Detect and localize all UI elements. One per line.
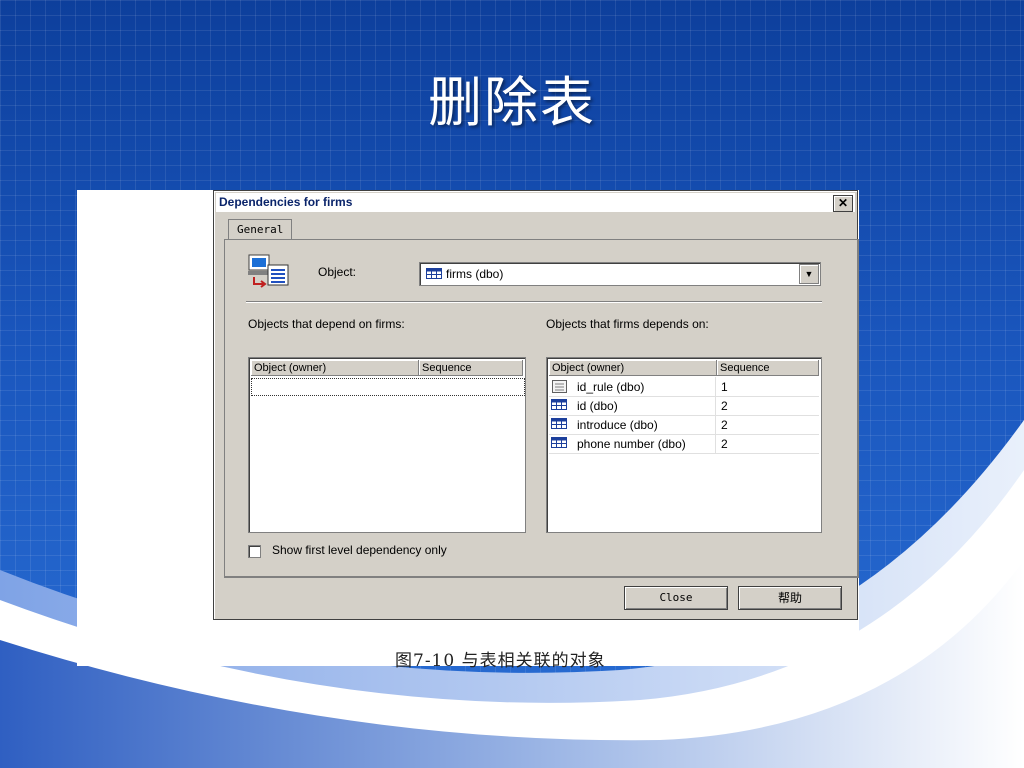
item-name: phone number (dbo) <box>577 437 686 451</box>
figure-caption: 图7-10 与表相关联的对象 <box>395 651 606 671</box>
table-icon <box>551 437 567 448</box>
item-sequence: 1 <box>721 380 728 394</box>
column-header-sequence[interactable]: Sequence <box>717 360 819 376</box>
column-separator <box>715 377 716 396</box>
dependencies-dialog: Dependencies for firms ✕ General Object: <box>213 190 859 620</box>
focus-row <box>251 378 525 396</box>
divider <box>246 301 822 303</box>
item-sequence: 2 <box>721 418 728 432</box>
chevron-down-icon[interactable]: ▼ <box>799 264 819 284</box>
depends-on-list[interactable]: Object (owner) Sequence id_rule (dbo) 1 <box>546 357 822 533</box>
left-group-label: Objects that depend on firms: <box>248 317 405 331</box>
help-button[interactable]: 帮助 <box>738 586 842 610</box>
object-select-value: firms (dbo) <box>446 267 504 281</box>
first-level-checkbox-label[interactable]: Show first level dependency only <box>272 543 447 557</box>
first-level-checkbox[interactable] <box>248 545 261 558</box>
dependencies-object-icon <box>248 254 289 288</box>
dependents-list[interactable]: Object (owner) Sequence <box>248 357 526 533</box>
item-name: introduce (dbo) <box>577 418 658 432</box>
item-name: id_rule (dbo) <box>577 380 645 394</box>
dialog-titlebar: Dependencies for firms ✕ <box>216 193 855 212</box>
slide-title: 删除表 <box>428 71 596 134</box>
item-name: id (dbo) <box>577 399 618 413</box>
column-header-object[interactable]: Object (owner) <box>549 360 717 376</box>
list-item[interactable]: introduce (dbo) 2 <box>549 415 819 435</box>
list-item[interactable]: id (dbo) 2 <box>549 396 819 416</box>
tab-general[interactable]: General <box>228 219 293 240</box>
rule-icon <box>552 380 567 393</box>
column-header-sequence[interactable]: Sequence <box>419 360 523 376</box>
column-header-object[interactable]: Object (owner) <box>251 360 419 376</box>
list-item[interactable]: phone number (dbo) 2 <box>549 434 819 454</box>
object-label: Object: <box>318 265 357 279</box>
column-separator <box>715 396 716 415</box>
close-button[interactable]: Close <box>624 586 728 610</box>
item-sequence: 2 <box>721 399 728 413</box>
object-select[interactable]: firms (dbo) ▼ <box>419 262 821 286</box>
right-group-label: Objects that firms depends on: <box>546 317 709 331</box>
table-icon <box>551 399 567 410</box>
item-sequence: 2 <box>721 437 728 451</box>
slide: 删除表 Dependencies for firms ✕ General Obj… <box>0 0 1024 768</box>
table-icon <box>551 418 567 429</box>
close-icon[interactable]: ✕ <box>833 195 853 212</box>
column-separator <box>715 434 716 453</box>
column-separator <box>715 415 716 434</box>
dialog-title: Dependencies for firms <box>219 195 353 209</box>
list-item[interactable]: id_rule (dbo) 1 <box>549 377 819 397</box>
table-icon <box>426 268 442 279</box>
